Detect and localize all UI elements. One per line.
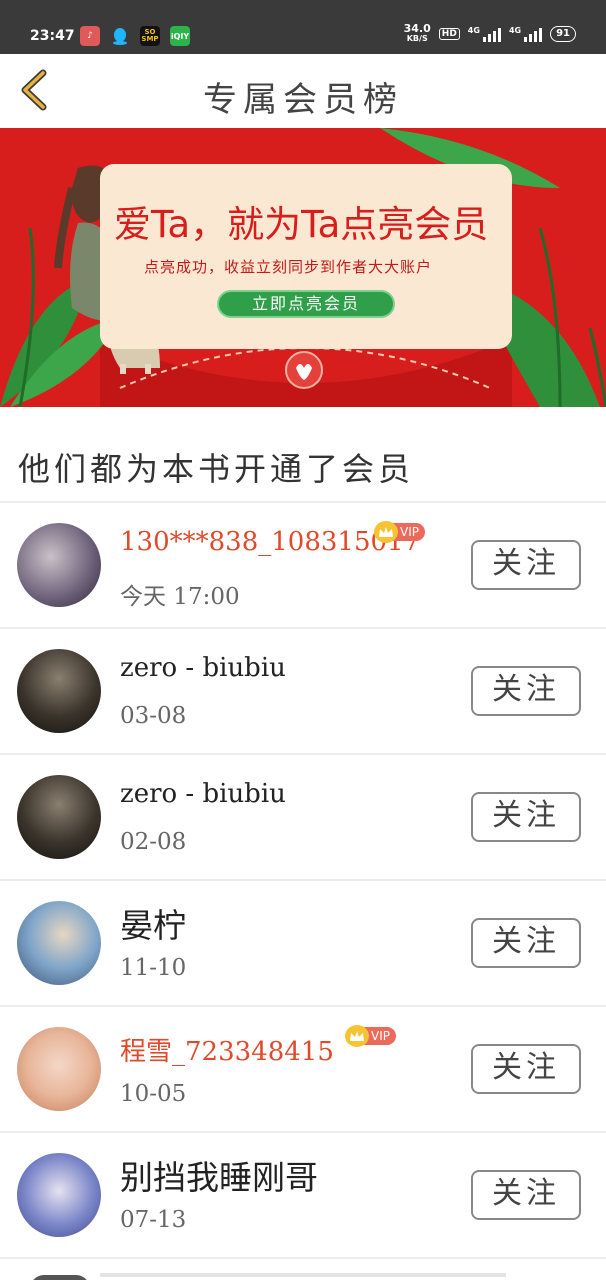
list-item[interactable]: 别挡我睡刚哥 07-13 关注: [0, 1133, 606, 1259]
qq-app-icon: [110, 26, 130, 46]
music-app-icon: ♪: [80, 26, 100, 46]
member-date: 11-10: [120, 955, 187, 981]
list-item[interactable]: 130***838_108315017 VIP 今天 17:00 关注: [0, 503, 606, 629]
soul-app-icon: SO SMP: [140, 26, 160, 46]
header: 专属会员榜: [0, 54, 606, 130]
member-name: zero - biubiu: [120, 779, 286, 809]
page-title: 专属会员榜: [203, 80, 403, 120]
member-date: 02-08: [120, 829, 187, 855]
follow-button[interactable]: 关注: [471, 792, 581, 842]
status-time: 23:47: [30, 28, 75, 44]
list-item[interactable]: zero - biubiu 02-08 关注: [0, 755, 606, 881]
avatar[interactable]: [17, 1153, 101, 1237]
member-name: 晏柠: [120, 906, 186, 945]
banner-subtitle: 点亮成功，收益立刻同步到作者大大账户: [144, 258, 433, 276]
iqiyi-app-icon: iQIY: [170, 26, 190, 46]
member-date: 07-13: [120, 1207, 187, 1233]
member-name: 程雪_723348415: [120, 1037, 334, 1067]
member-date: 10-05: [120, 1081, 187, 1107]
member-name: 别挡我睡刚哥: [120, 1158, 318, 1197]
hd-icon: HD: [438, 28, 460, 40]
status-bar: 23:47 ♪ SO SMP iQIY 34.0 KB/S HD 4G 4G 91: [0, 0, 606, 54]
crown-icon: [374, 521, 398, 543]
follow-button[interactable]: 关注: [471, 1170, 581, 1220]
follow-button[interactable]: 关注: [471, 918, 581, 968]
placeholder-bar: [100, 1273, 506, 1277]
signal-icon: 4G: [468, 26, 501, 42]
status-right: 34.0 KB/S HD 4G 4G 91: [403, 22, 576, 44]
avatar[interactable]: [17, 901, 101, 985]
vip-badge: VIP: [374, 521, 425, 543]
follow-button[interactable]: 关注: [471, 1044, 581, 1094]
list-item[interactable]: zero - biubiu 03-08 关注: [0, 629, 606, 755]
member-date: 今天 17:00: [120, 584, 240, 610]
net-speed: 34.0 KB/S: [403, 22, 431, 43]
avatar[interactable]: [17, 523, 101, 607]
list-item-partial: [0, 1259, 606, 1280]
member-name: zero - biubiu: [120, 653, 286, 683]
signal-icon-2: 4G: [509, 26, 543, 42]
avatar[interactable]: [17, 1027, 101, 1111]
avatar: [30, 1275, 90, 1280]
banner-headline: 爱Ta，就为Ta点亮会员: [114, 203, 489, 246]
follow-button[interactable]: 关注: [471, 666, 581, 716]
status-app-icons: ♪ SO SMP iQIY: [80, 26, 190, 46]
battery-icon: 91: [550, 26, 576, 42]
avatar[interactable]: [17, 649, 101, 733]
list-item[interactable]: 程雪_723348415 VIP 10-05 关注: [0, 1007, 606, 1133]
promo-banner[interactable]: 爱Ta，就为Ta点亮会员 点亮成功，收益立刻同步到作者大大账户 立即点亮会员: [0, 128, 606, 407]
member-list: 130***838_108315017 VIP 今天 17:00 关注 zero…: [0, 503, 606, 1280]
member-date: 03-08: [120, 703, 187, 729]
section-title: 他们都为本书开通了会员: [18, 450, 415, 488]
list-item[interactable]: 晏柠 11-10 关注: [0, 881, 606, 1007]
avatar[interactable]: [17, 775, 101, 859]
crown-icon: [345, 1025, 369, 1047]
activate-membership-button[interactable]: 立即点亮会员: [217, 290, 395, 318]
vip-badge: VIP: [345, 1025, 396, 1047]
follow-button[interactable]: 关注: [471, 540, 581, 590]
